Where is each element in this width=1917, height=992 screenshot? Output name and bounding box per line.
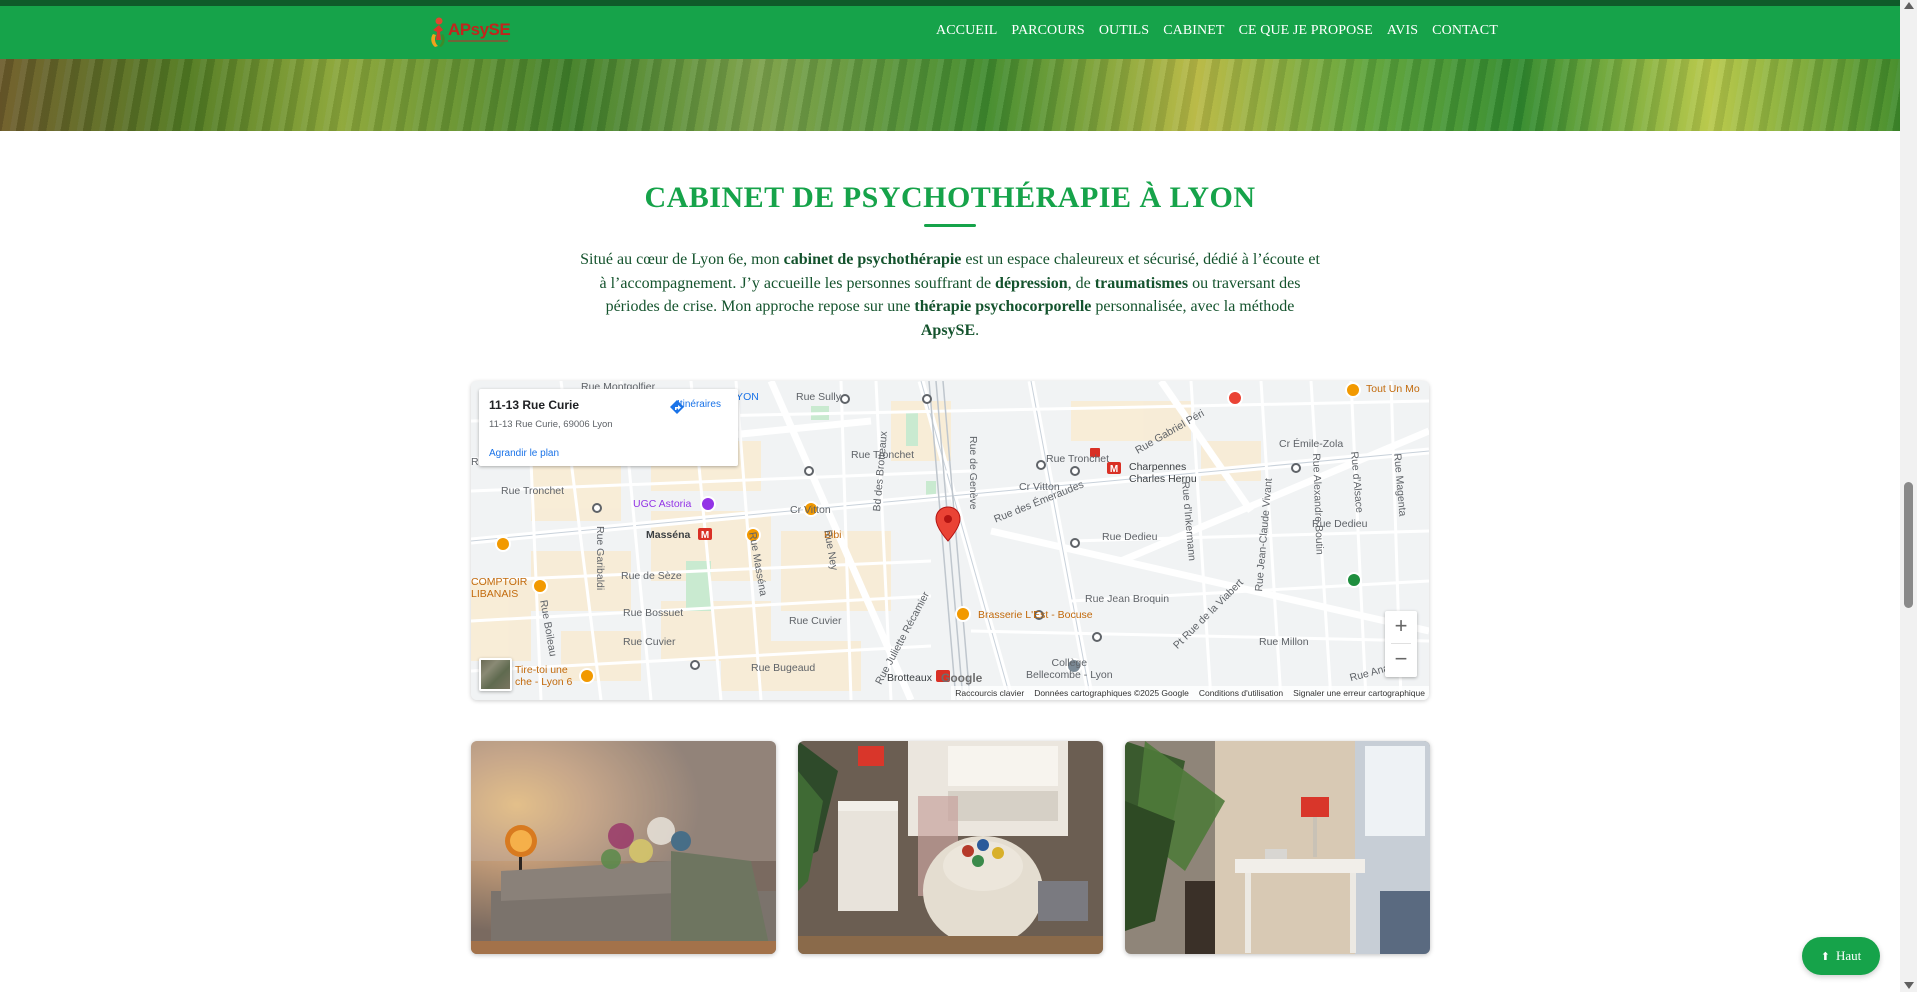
intro-paragraph: Situé au cœur de Lyon 6e, mon cabinet de… [578, 248, 1322, 342]
photo-armchair-image [798, 741, 1103, 954]
map-label: Cr Vitton [790, 504, 831, 516]
map-label: Cr Émile-Zola [1279, 438, 1344, 450]
map-label-college[interactable]: Collège Bellecombe - Lyon [1026, 657, 1113, 681]
intro-bold: dépression [995, 274, 1068, 292]
intro-text: personnalisée, avec la méthode [1091, 298, 1295, 315]
navbar: APsySE ACCUEIL PARCOURS OUTILS CABINET C… [0, 6, 1900, 59]
title-underline [924, 224, 976, 227]
map-label-brasserie[interactable]: Brasserie L'Est - Bocuse [978, 609, 1093, 621]
map-label: Rue Cuvier [789, 615, 842, 627]
google-logo: Google [941, 671, 983, 685]
map-footer: Raccourcis clavier Données cartographiqu… [951, 686, 1429, 700]
intro-bold: thérapie psychocorporelle [914, 298, 1092, 315]
svg-text:M: M [1110, 464, 1118, 475]
intro-bold: ApsySE [920, 321, 976, 339]
hero-banner-image [0, 59, 1900, 131]
map-label: Rue Dedieu [1102, 531, 1158, 543]
logo-text: APsySE [448, 20, 511, 39]
enlarge-map-link[interactable]: Agrandir le plan [489, 448, 559, 459]
nav-item-cabinet[interactable]: CABINET [1163, 23, 1224, 39]
keyboard-shortcuts-link[interactable]: Raccourcis clavier [955, 688, 1024, 698]
directions-icon [670, 400, 684, 414]
intro-text: . [975, 321, 980, 339]
scroll-thumb[interactable] [1904, 482, 1913, 608]
terms-link[interactable]: Conditions d'utilisation [1199, 688, 1283, 698]
zoom-in-button[interactable]: + [1385, 611, 1417, 643]
map-place-card: 11-13 Rue Curie 11-13 Rue Curie, 69006 L… [479, 389, 738, 466]
zoom-out-button[interactable]: − [1385, 644, 1417, 676]
map-data-attribution: Données cartographiques ©2025 Google [1034, 688, 1189, 698]
map-zoom-control: + − [1385, 611, 1417, 677]
intro-bold: traumatismes [1094, 274, 1189, 292]
map-label-tire-toi[interactable]: Tire-toi une che - Lyon 6 [515, 664, 572, 688]
cabinet-photo-couch[interactable] [471, 741, 776, 954]
back-to-top-button[interactable]: ⬆ Haut [1802, 937, 1880, 975]
logo-figure-icon [431, 17, 445, 47]
map-label: Rue Bossuet [623, 607, 684, 619]
site-logo[interactable]: APsySE [428, 16, 511, 52]
map-label: Rue Bugeaud [751, 662, 816, 674]
nav-item-ce-que-je-propose[interactable]: CE QUE JE PROPOSE [1239, 23, 1373, 39]
intro-text: Situé au cœur de Lyon 6e, mon [580, 251, 784, 268]
map-place-address: 11-13 Rue Curie, 69006 Lyon [489, 419, 613, 430]
nav-item-contact[interactable]: CONTACT [1432, 23, 1498, 39]
google-map[interactable]: M M Rue Montgolfier Rue Sully LYON Rue T… [471, 381, 1429, 700]
report-error-link[interactable]: Signaler une erreur cartographique [1293, 688, 1425, 698]
map-label-brotteaux[interactable]: Brotteaux [887, 672, 932, 684]
cabinet-photo-armchair[interactable] [798, 741, 1103, 954]
page-scrollbar[interactable] [1900, 0, 1917, 992]
map-label: Rue de Genève [967, 436, 979, 510]
map-label-tout-un-monde[interactable]: Tout Un Mo [1366, 383, 1420, 395]
arrow-up-icon: ⬆ [1820, 950, 1830, 963]
map-label-ugc-astoria[interactable]: UGC Astoria [633, 498, 691, 510]
scroll-down-arrow-icon[interactable] [1904, 982, 1914, 989]
nav-item-outils[interactable]: OUTILS [1099, 23, 1149, 39]
svg-text:M: M [701, 530, 709, 541]
map-label: Rue Millon [1259, 636, 1309, 648]
section-title: CABINET DE PSYCHOTHÉRAPIE À LYON [644, 181, 1256, 214]
map-label: Rue Garibaldi [594, 526, 606, 591]
intro-text: , de [1067, 274, 1095, 292]
nav-item-avis[interactable]: AVIS [1387, 23, 1418, 39]
map-label: Rue Tronchet [1046, 453, 1110, 465]
intro-bold: cabinet de psychothérapie [783, 251, 962, 268]
photo-couch-image [471, 741, 776, 954]
logo-tagline-line [448, 40, 508, 42]
scroll-up-arrow-icon[interactable] [1904, 2, 1914, 9]
map-satellite-toggle[interactable] [479, 658, 512, 691]
cabinet-photo-desk[interactable] [1125, 741, 1430, 954]
main-nav: ACCUEIL PARCOURS OUTILS CABINET CE QUE J… [936, 23, 1512, 39]
map-place-title: 11-13 Rue Curie [489, 398, 580, 412]
map-label: Rue Sully [796, 391, 841, 403]
map-label: Rue de Sèze [621, 570, 682, 582]
photo-desk-image [1125, 741, 1430, 954]
back-to-top-label: Haut [1835, 948, 1862, 963]
map-label: Rue Cuvier [623, 636, 676, 648]
map-label: Rue Jean Broquin [1085, 593, 1170, 605]
nav-item-parcours[interactable]: PARCOURS [1011, 23, 1084, 39]
directions-button[interactable]: Itinéraires [669, 399, 729, 414]
map-label-massena[interactable]: Masséna [646, 529, 690, 541]
nav-item-accueil[interactable]: ACCUEIL [936, 23, 997, 39]
map-label: Rue Tronchet [501, 485, 565, 497]
map-label-comptoir[interactable]: COMPTOIR LIBANAIS [471, 576, 527, 600]
